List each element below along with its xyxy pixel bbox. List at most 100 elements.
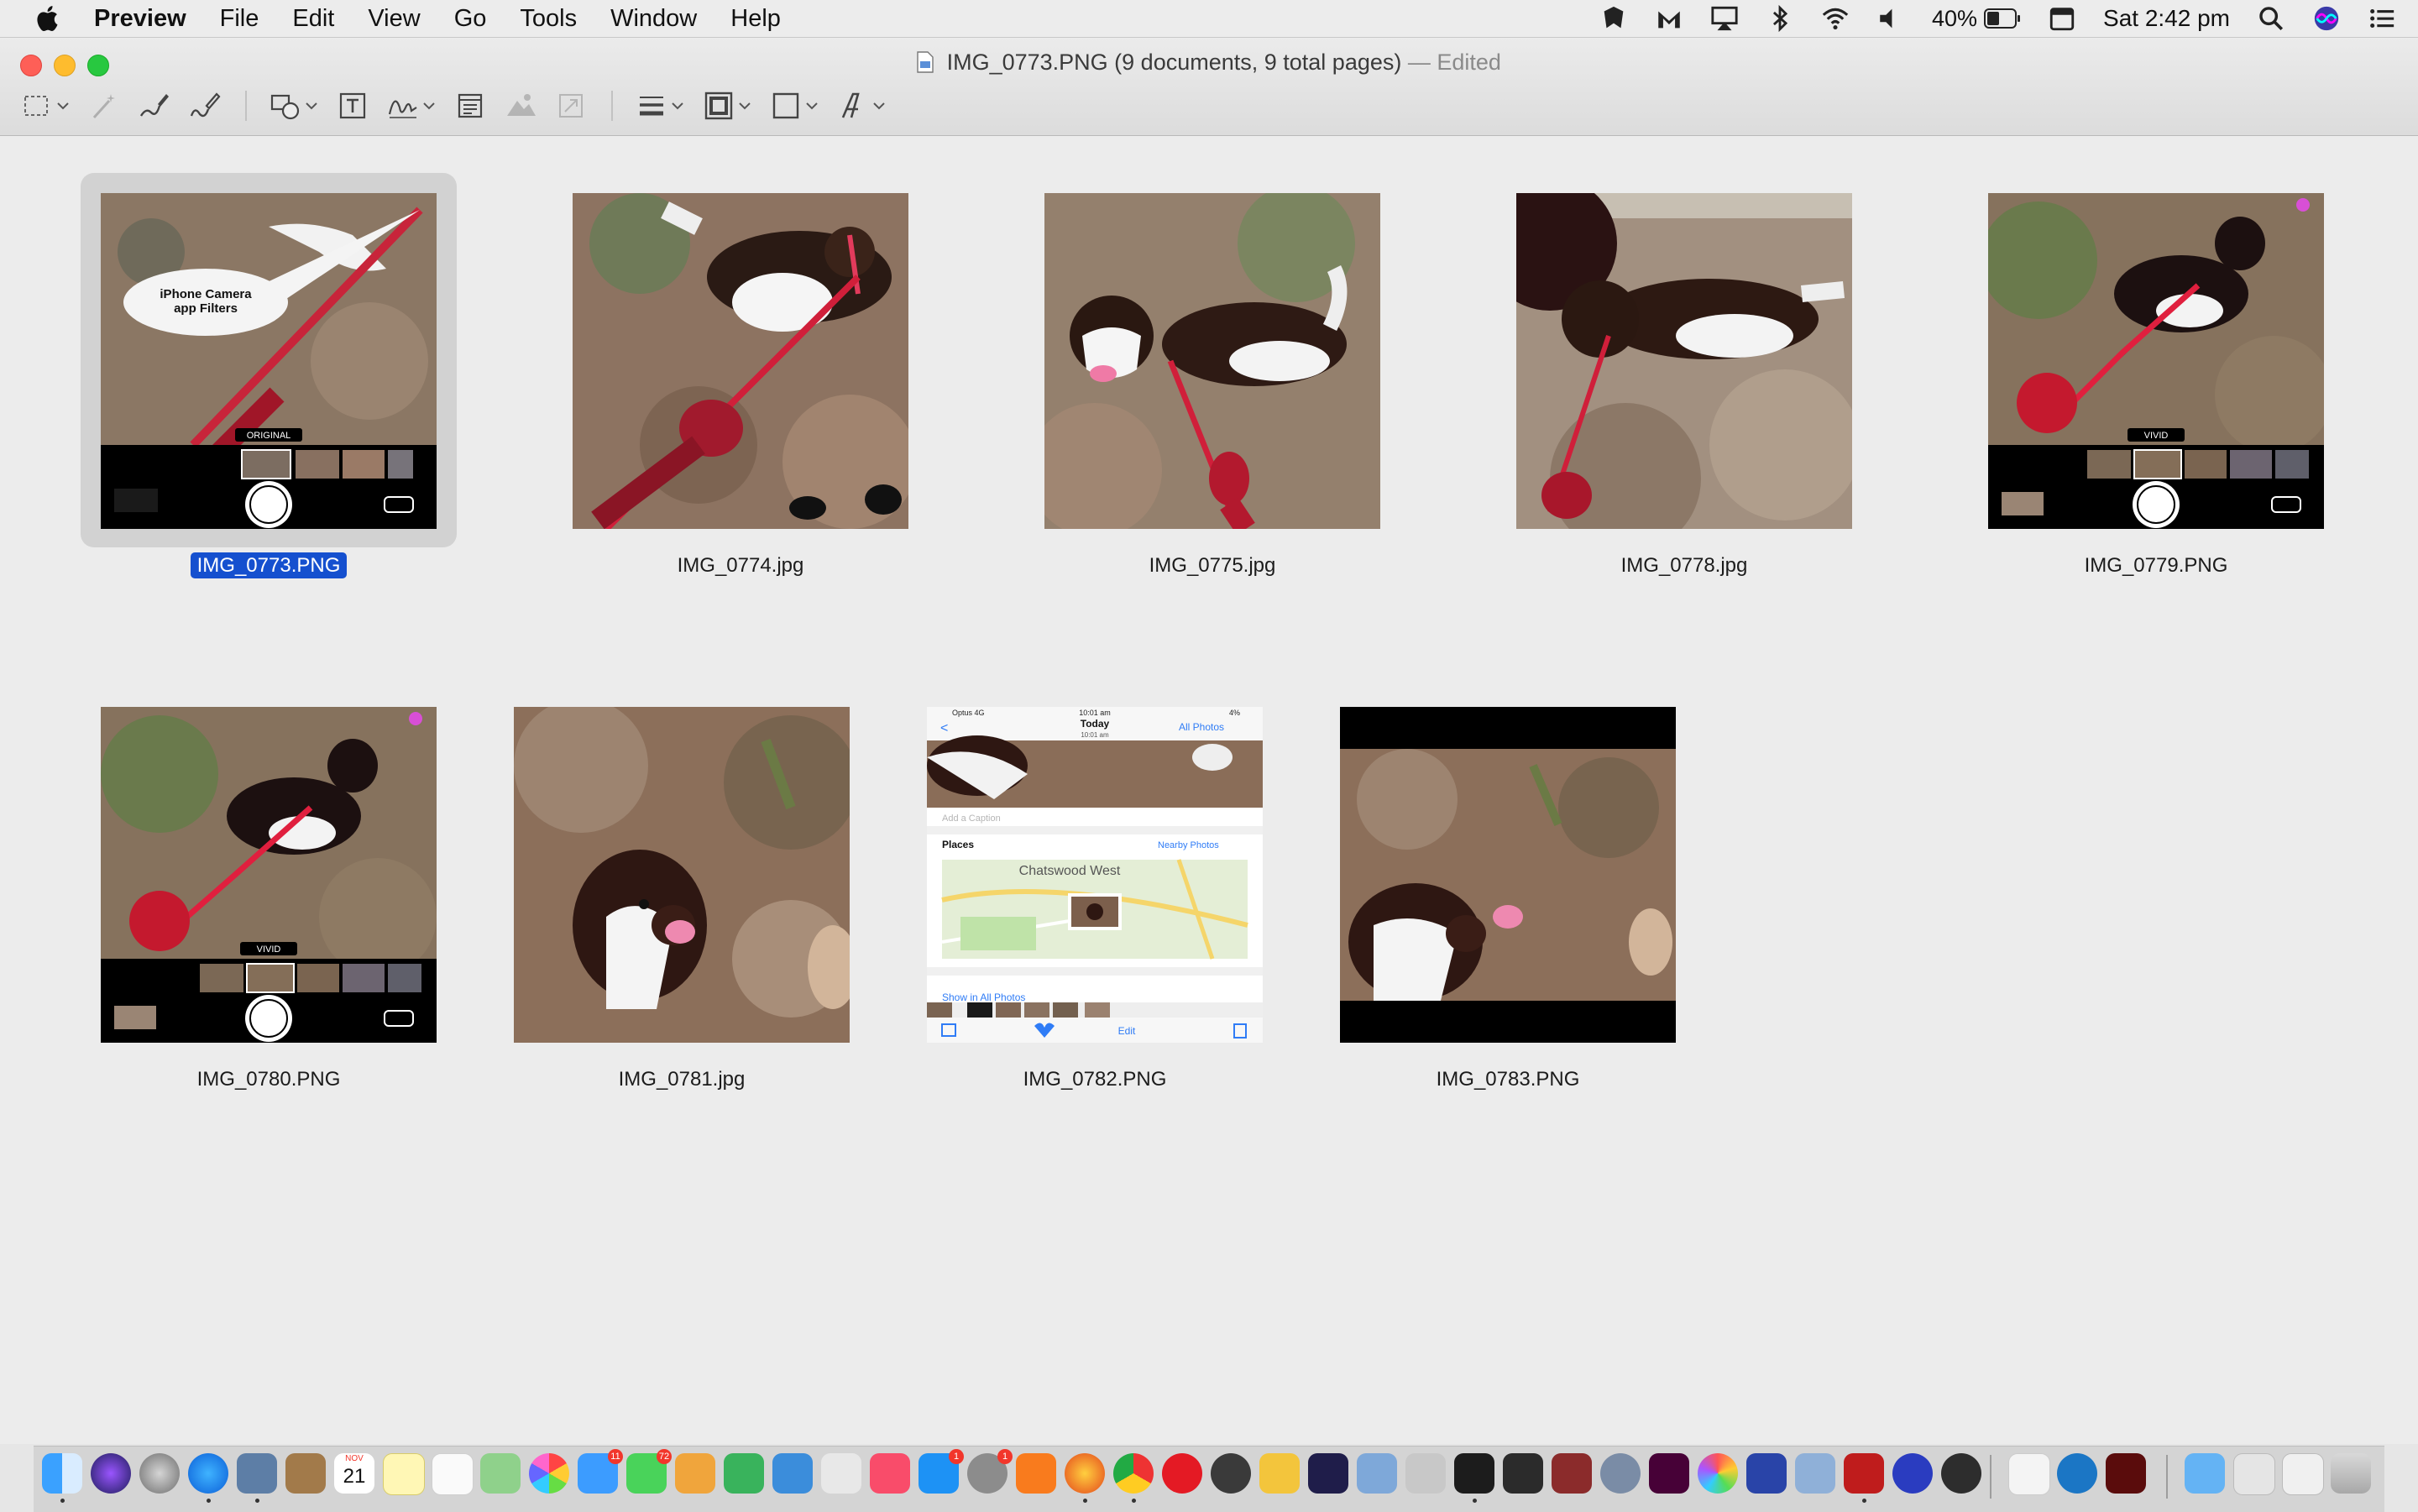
xcode-icon[interactable]: [1357, 1453, 1397, 1494]
siri-icon[interactable]: [2312, 4, 2341, 33]
thumbnail-image[interactable]: [1516, 193, 1852, 529]
quicktime-icon[interactable]: [2057, 1453, 2097, 1494]
color-picker-icon[interactable]: [1698, 1453, 1738, 1494]
wifi-icon[interactable]: [1821, 4, 1850, 33]
bluetooth-icon[interactable]: [1766, 4, 1794, 33]
app-status-icon[interactable]: [1599, 4, 1628, 33]
menu-tools[interactable]: Tools: [520, 5, 577, 33]
adjust-color-tool[interactable]: [504, 87, 537, 124]
filezilla-pro-icon[interactable]: [2106, 1453, 2146, 1494]
document-proxy-icon[interactable]: [917, 51, 934, 73]
opera-icon[interactable]: [1162, 1453, 1202, 1494]
automator-icon[interactable]: [1405, 1453, 1446, 1494]
mail-icon[interactable]: 11: [578, 1449, 623, 1494]
menu-go[interactable]: Go: [454, 5, 487, 33]
spotlight-search-icon[interactable]: [2257, 4, 2285, 33]
recent-stack-icon[interactable]: [2282, 1453, 2324, 1495]
apple-menu-icon[interactable]: [34, 3, 64, 34]
thumbnail-image[interactable]: [573, 193, 908, 529]
thumbnail-image[interactable]: VIVID: [101, 707, 437, 1043]
keynote-icon[interactable]: [772, 1453, 813, 1494]
menu-file[interactable]: File: [220, 5, 259, 33]
border-color-tool[interactable]: [702, 87, 752, 124]
calendar-icon[interactable]: NOV 21: [334, 1453, 374, 1494]
filezilla-server-icon[interactable]: [1552, 1453, 1592, 1494]
menu-edit[interactable]: Edit: [292, 5, 334, 33]
flow-icon[interactable]: [1746, 1453, 1787, 1494]
gimp-icon[interactable]: [1211, 1453, 1251, 1494]
menubar-clock[interactable]: Sat 2:42 pm: [2103, 5, 2230, 32]
thumbnail-filename[interactable]: IMG_0773.PNG: [101, 552, 437, 578]
thumbnail-filename[interactable]: IMG_0783.PNG: [1340, 1068, 1676, 1091]
text-style-tool[interactable]: [836, 87, 887, 124]
finder-icon[interactable]: [42, 1453, 82, 1494]
inkscape-icon[interactable]: [1503, 1453, 1543, 1494]
malwarebytes-icon[interactable]: [1655, 4, 1683, 33]
notes-icon[interactable]: [383, 1453, 425, 1495]
thumbnail-filename[interactable]: IMG_0781.jpg: [514, 1068, 850, 1091]
shape-style-tool[interactable]: [635, 87, 685, 124]
adjust-size-tool[interactable]: [554, 87, 588, 124]
adobe-xd-icon[interactable]: [1649, 1453, 1689, 1494]
thumbnail-filename[interactable]: IMG_0778.jpg: [1516, 554, 1852, 578]
filezilla-icon[interactable]: [1844, 1453, 1884, 1494]
thumbnail-filename[interactable]: IMG_0775.jpg: [1044, 554, 1380, 578]
chrome-icon[interactable]: [1113, 1453, 1154, 1494]
music-icon[interactable]: [870, 1453, 910, 1494]
battery-icon[interactable]: [1984, 8, 2021, 29]
menu-help[interactable]: Help: [730, 5, 781, 33]
menu-app-preview[interactable]: Preview: [94, 5, 186, 33]
amazon-icon[interactable]: [1016, 1453, 1056, 1494]
launchpad-icon[interactable]: [139, 1453, 180, 1494]
thumbnail-filename[interactable]: IMG_0779.PNG: [1988, 554, 2324, 578]
font-app-icon[interactable]: [1941, 1453, 1981, 1494]
menu-window[interactable]: Window: [610, 5, 697, 33]
system-preferences-icon[interactable]: 1: [967, 1449, 1013, 1494]
documents-stack-icon[interactable]: [2233, 1453, 2275, 1495]
thumbnail-image[interactable]: Optus 4G 10:01 am 4% Today 10:01 am < Al…: [927, 707, 1263, 1043]
safari-icon[interactable]: [188, 1453, 228, 1494]
terminal-icon[interactable]: [1454, 1453, 1494, 1494]
shapes-tool[interactable]: [269, 87, 319, 124]
selection-tool[interactable]: [20, 87, 71, 124]
sign-tool[interactable]: [386, 87, 437, 124]
app-icon-w[interactable]: [1259, 1453, 1300, 1494]
thumbnail-image[interactable]: VIVID: [1988, 193, 2324, 529]
photos-icon[interactable]: [529, 1453, 569, 1494]
draw-tool[interactable]: [188, 87, 222, 124]
app-store-icon[interactable]: 1: [919, 1449, 964, 1494]
thumbnail-filename[interactable]: IMG_0782.PNG: [927, 1068, 1263, 1091]
thumbnail-image[interactable]: [1340, 707, 1676, 1043]
trash-icon[interactable]: [2331, 1453, 2371, 1494]
downloads-folder-icon[interactable]: [2185, 1453, 2225, 1494]
notification-center-icon[interactable]: [2368, 4, 2396, 33]
thumbnail-filename[interactable]: IMG_0774.jpg: [573, 554, 908, 578]
fill-color-tool[interactable]: [769, 87, 819, 124]
airplay-icon[interactable]: [1710, 4, 1739, 33]
menu-view[interactable]: View: [368, 5, 420, 33]
thumbnail-image[interactable]: [1044, 193, 1380, 529]
thumbnail-image[interactable]: [514, 707, 850, 1043]
numbers-icon[interactable]: [724, 1453, 764, 1494]
text-tool[interactable]: [336, 87, 369, 124]
calendar-status-icon[interactable]: [2048, 4, 2076, 33]
volume-icon[interactable]: [1876, 4, 1905, 33]
news-icon[interactable]: [821, 1453, 861, 1494]
sketch-tool[interactable]: [138, 87, 171, 124]
textedit-icon[interactable]: [2008, 1453, 2050, 1495]
maps-icon[interactable]: [480, 1453, 521, 1494]
reminders-icon[interactable]: [432, 1453, 474, 1495]
preview-app-icon[interactable]: [237, 1453, 277, 1494]
audacity-icon[interactable]: [1892, 1453, 1933, 1494]
network-icon[interactable]: [1795, 1453, 1835, 1494]
note-tool[interactable]: [453, 87, 487, 124]
thumbnail-filename[interactable]: IMG_0780.PNG: [101, 1068, 437, 1091]
r-icon[interactable]: [1600, 1453, 1641, 1494]
pages-icon[interactable]: [675, 1453, 715, 1494]
contacts-icon[interactable]: [285, 1453, 326, 1494]
instant-alpha-tool[interactable]: [87, 87, 121, 124]
firefox-icon[interactable]: [1065, 1453, 1105, 1494]
phpstorm-icon[interactable]: [1308, 1453, 1348, 1494]
messages-icon[interactable]: 72: [626, 1449, 672, 1494]
siri-app-icon[interactable]: [91, 1453, 131, 1494]
